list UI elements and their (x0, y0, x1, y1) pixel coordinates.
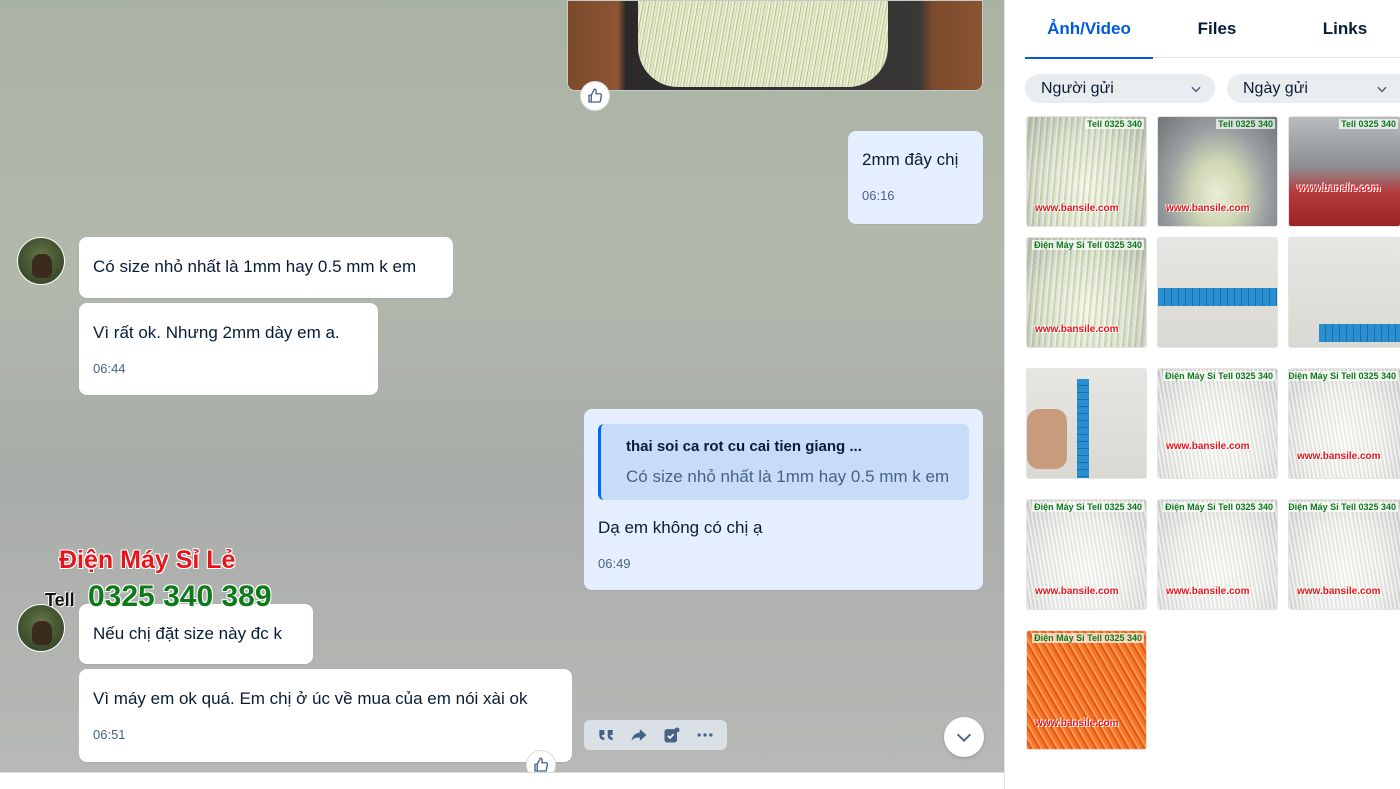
chevron-down-icon (953, 726, 975, 748)
quoted-text: Có size nhỏ nhất là 1mm hay 0.5 mm k em (626, 467, 950, 486)
task-icon[interactable] (660, 723, 684, 747)
message-bubble-outgoing[interactable]: thai soi ca rot cu cai tien giang ... Có… (584, 409, 983, 590)
media-tabs: Ảnh/Video Files Links (1025, 0, 1400, 59)
message-time: 06:51 (93, 727, 126, 742)
message-bubble-incoming[interactable]: Vì rất ok. Nhưng 2mm dày em a. 06:44 (79, 303, 378, 395)
media-thumbnail[interactable]: Điện Máy Sỉ Tell 0325 340 www.bansile.co… (1288, 368, 1400, 479)
sender-filter-label: Người gửi (1041, 79, 1114, 97)
media-thumbnail[interactable]: Điện Máy Sỉ Tell 0325 340 www.bansile.co… (1026, 630, 1147, 750)
sender-filter[interactable]: Người gửi (1025, 74, 1215, 103)
message-time: 06:49 (598, 556, 631, 571)
message-bubble-incoming[interactable]: Vì máy em ok quá. Em chị ở úc về mua của… (79, 669, 572, 762)
message-text: 2mm đây chị (862, 150, 959, 169)
thumbnail-watermark-tag: Điện Máy Sỉ Tell 0325 340 (1163, 371, 1275, 381)
media-thumbnail[interactable]: Tell 0325 340 www.bansile.com (1157, 116, 1278, 227)
thumbnail-watermark: www.bansile.com (1035, 718, 1119, 729)
message-bubble-incoming[interactable]: Có size nhỏ nhất là 1mm hay 0.5 mm k em (79, 237, 453, 298)
media-thumbnail[interactable]: Điện Máy Sỉ Tell 0325 340 www.bansile.co… (1026, 499, 1147, 610)
photo-content (638, 1, 888, 87)
watermark-phone: 0325 340 389 (88, 580, 272, 613)
thumbnail-watermark-tag: Điện Máy Sỉ Tell 0325 340 (1032, 240, 1144, 250)
quote-icon[interactable] (594, 723, 618, 747)
chevron-down-icon (1375, 82, 1389, 96)
thumbnail-watermark-tag: Tell 0325 340 (1216, 119, 1275, 129)
tab-links[interactable]: Links (1281, 0, 1400, 58)
media-thumbnail[interactable]: Điện Máy Sỉ Tell 0325 340 www.bansile.co… (1288, 499, 1400, 610)
message-text: Vì rất ok. Nhưng 2mm dày em a. (93, 323, 340, 342)
forward-icon[interactable] (627, 723, 651, 747)
media-thumbnail[interactable]: Điện Máy Sỉ Tell 0325 340 www.bansile.co… (1026, 237, 1147, 348)
message-text: Dạ em không có chị ạ (598, 518, 763, 537)
media-thumbnail[interactable] (1157, 237, 1278, 348)
date-filter[interactable]: Ngày gửi (1227, 74, 1400, 103)
thumbnail-watermark: www.bansile.com (1166, 203, 1250, 214)
thumbnail-watermark-tag: Điện Máy Sỉ Tell 0325 340 (1032, 633, 1144, 643)
quoted-message[interactable]: thai soi ca rot cu cai tien giang ... Có… (598, 424, 969, 500)
media-thumbnail[interactable]: Điện Máy Sỉ Tell 0325 340 www.bansile.co… (1157, 499, 1278, 610)
message-text: Nếu chị đặt size này đc k (93, 624, 282, 643)
thumbnail-watermark: www.bansile.com (1035, 203, 1119, 214)
media-panel: Ảnh/Video Files Links Người gửi Ngày gửi… (1004, 0, 1400, 789)
thumbnail-watermark-tag: Điện Máy Sỉ Tell 0325 340 (1163, 502, 1275, 512)
media-thumbnail[interactable]: Điện Máy Sỉ Tell 0325 340 www.bansile.co… (1157, 368, 1278, 479)
scroll-to-bottom-button[interactable] (944, 717, 984, 757)
thumbnail-watermark-tag: Điện Máy Sỉ Tell 0325 340 (1288, 371, 1398, 381)
thumbs-up-icon (586, 87, 604, 105)
date-filter-label: Ngày gửi (1243, 79, 1308, 97)
like-reaction-button[interactable] (580, 81, 610, 111)
media-thumbnail[interactable]: Tell 0325 340 www.bansile.com (1288, 116, 1400, 227)
message-time: 06:16 (862, 188, 895, 203)
watermark-shop-name: Điện Máy Sỉ Lẻ (59, 546, 236, 574)
chat-area: 2mm đây chị 06:16 Có size nhỏ nhất là 1m… (0, 0, 1004, 789)
photo-message[interactable] (567, 0, 983, 91)
thumbnail-watermark: www.bansile.com (1297, 451, 1381, 462)
quoted-sender: thai soi ca rot cu cai tien giang ... (626, 438, 862, 455)
media-thumbnail[interactable] (1288, 237, 1400, 348)
message-time: 06:44 (93, 361, 126, 376)
media-thumbnail[interactable] (1026, 368, 1147, 479)
message-bubble-outgoing[interactable]: 2mm đây chị 06:16 (848, 131, 983, 224)
watermark-tell: Tell (45, 590, 75, 610)
thumbnail-watermark: www.bansile.com (1035, 586, 1119, 597)
more-icon[interactable] (693, 723, 717, 747)
thumbnail-watermark-tag: Tell 0325 340 (1085, 119, 1144, 129)
tab-photos-videos[interactable]: Ảnh/Video (1025, 0, 1153, 59)
media-thumbnail[interactable]: Tell 0325 340 www.bansile.com (1026, 116, 1147, 227)
thumbnail-watermark: www.bansile.com (1035, 324, 1119, 335)
thumbnail-watermark-tag: Điện Máy Sỉ Tell 0325 340 (1032, 502, 1144, 512)
message-composer[interactable] (0, 772, 1004, 789)
thumbnail-watermark: www.bansile.com (1297, 586, 1381, 597)
thumbnail-watermark: www.bansile.com (1166, 441, 1250, 452)
thumbnail-watermark: www.bansile.com (1297, 183, 1381, 194)
contact-avatar[interactable] (17, 237, 65, 285)
message-text: Có size nhỏ nhất là 1mm hay 0.5 mm k em (93, 257, 417, 276)
tab-files[interactable]: Files (1153, 0, 1281, 58)
thumbnail-watermark: www.bansile.com (1166, 586, 1250, 597)
message-text: Vì máy em ok quá. Em chị ở úc về mua của… (93, 689, 528, 708)
chevron-down-icon (1189, 82, 1203, 96)
thumbnail-watermark-tag: Điện Máy Sỉ Tell 0325 340 (1288, 502, 1398, 512)
contact-avatar[interactable] (17, 604, 65, 652)
thumbnail-watermark-tag: Tell 0325 340 (1339, 119, 1398, 129)
message-actions-toolbar (584, 720, 727, 750)
